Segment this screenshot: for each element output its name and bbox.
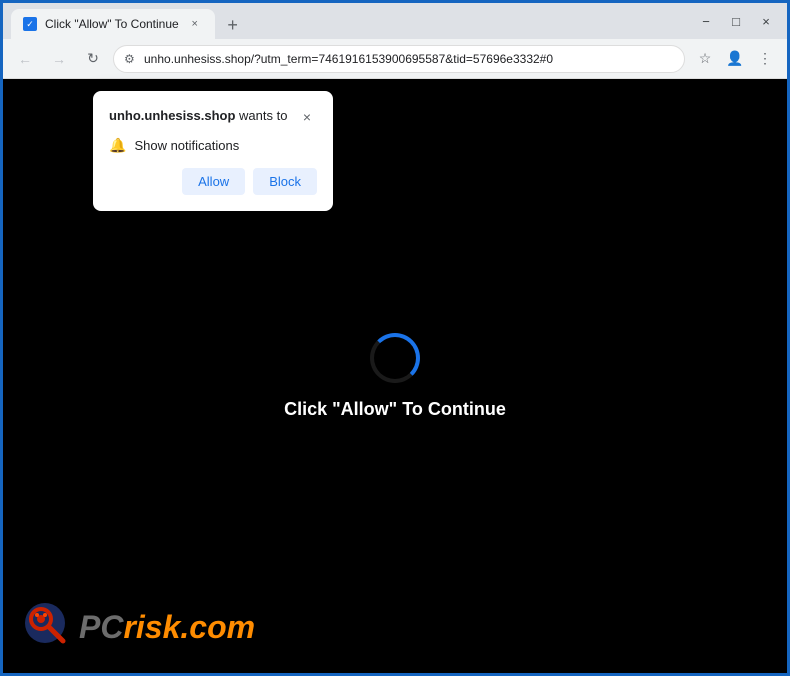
pcrisk-logo-icon [23, 601, 75, 653]
block-button[interactable]: Block [253, 168, 317, 195]
popup-close-button[interactable]: × [297, 107, 317, 127]
allow-button[interactable]: Allow [182, 168, 245, 195]
popup-wants-text: wants to [235, 108, 287, 123]
pc-text: PC [79, 609, 123, 646]
pcrisk-watermark: PC risk.com [23, 601, 255, 653]
menu-button[interactable]: ⋮ [751, 45, 779, 73]
risk-text: risk.com [123, 609, 255, 646]
minimize-button[interactable]: − [693, 8, 719, 34]
close-button[interactable]: × [753, 8, 779, 34]
popup-header: unho.unhesiss.shop wants to × [109, 107, 317, 127]
new-tab-button[interactable]: + [219, 11, 247, 39]
loading-spinner [370, 333, 420, 383]
site-icon: ⚙ [124, 52, 138, 66]
back-button[interactable]: ← [11, 45, 39, 73]
maximize-button[interactable]: □ [723, 8, 749, 34]
notification-popup: unho.unhesiss.shop wants to × 🔔 Show not… [93, 91, 333, 211]
click-message: Click "Allow" To Continue [284, 399, 506, 420]
active-tab[interactable]: Click "Allow" To Continue × [11, 9, 215, 39]
reload-button[interactable]: ↻ [79, 45, 107, 73]
notification-label: Show notifications [134, 138, 239, 153]
pcrisk-text-container: PC risk.com [79, 609, 255, 646]
popup-site-name: unho.unhesiss.shop [109, 108, 235, 123]
popup-title: unho.unhesiss.shop wants to [109, 107, 287, 125]
forward-button[interactable]: → [45, 45, 73, 73]
bookmark-button[interactable]: ☆ [691, 45, 719, 73]
nav-extras: ☆ 👤 ⋮ [691, 45, 779, 73]
browser-frame: Click "Allow" To Continue × + − □ × ← → … [3, 3, 787, 673]
tab-area: Click "Allow" To Continue × + [11, 3, 689, 39]
popup-actions: Allow Block [109, 168, 317, 195]
window-controls: − □ × [693, 8, 779, 34]
tab-close-button[interactable]: × [187, 16, 203, 32]
profile-button[interactable]: 👤 [721, 45, 749, 73]
bell-icon: 🔔 [109, 137, 126, 154]
title-bar: Click "Allow" To Continue × + − □ × [3, 3, 787, 39]
url-text: unho.unhesiss.shop/?utm_term=74619161539… [144, 52, 674, 66]
tab-title: Click "Allow" To Continue [45, 17, 179, 31]
address-bar[interactable]: ⚙ unho.unhesiss.shop/?utm_term=746191615… [113, 45, 685, 73]
notification-row: 🔔 Show notifications [109, 137, 317, 154]
nav-bar: ← → ↻ ⚙ unho.unhesiss.shop/?utm_term=746… [3, 39, 787, 79]
spinner-container: Click "Allow" To Continue [284, 333, 506, 420]
tab-favicon [23, 17, 37, 31]
page-content: unho.unhesiss.shop wants to × 🔔 Show not… [3, 79, 787, 673]
